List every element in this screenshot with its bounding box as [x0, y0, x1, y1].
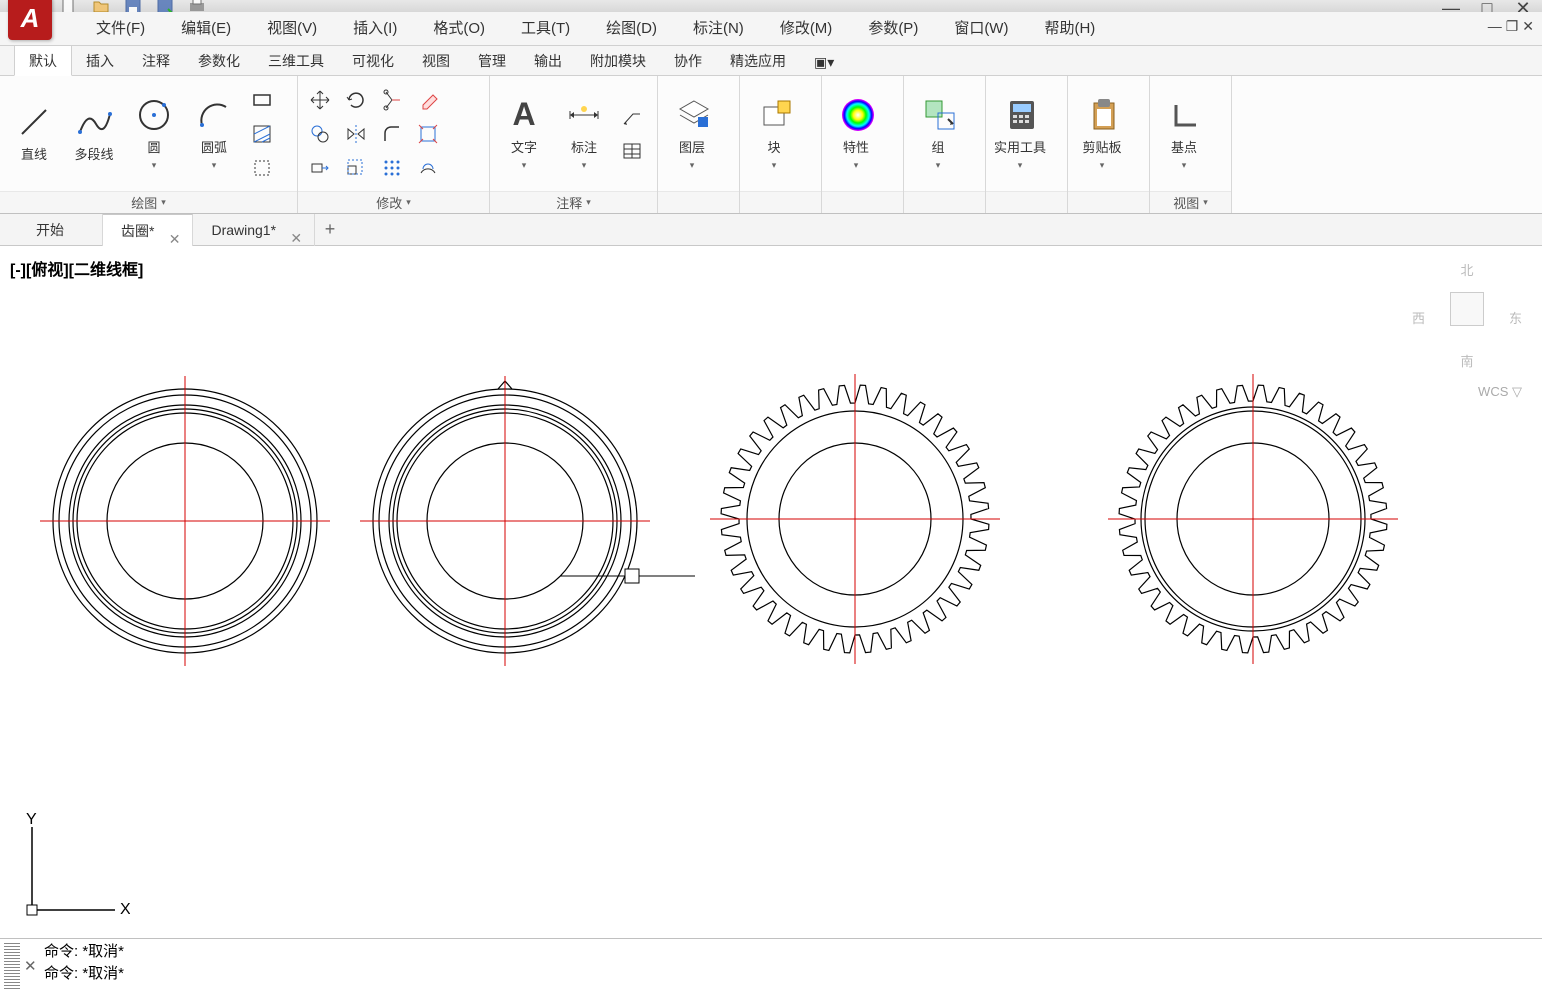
base-button[interactable]: 基点▾	[1156, 80, 1212, 187]
stretch-icon[interactable]	[306, 154, 334, 182]
line-label: 直线	[21, 144, 47, 163]
text-button[interactable]: A 文字▾	[496, 80, 552, 187]
gear-drawing-1	[40, 376, 330, 666]
rectangle-icon[interactable]	[248, 86, 276, 114]
rotate-icon[interactable]	[342, 86, 370, 114]
fillet-icon[interactable]	[378, 120, 406, 148]
document-tabs: 开始 齿圈*✕ Drawing1*✕ +	[0, 214, 1542, 246]
menu-edit[interactable]: 编辑(E)	[163, 12, 249, 46]
gear-drawing-4	[1108, 374, 1398, 664]
gear-drawing-3	[710, 374, 1000, 664]
menu-help[interactable]: 帮助(H)	[1026, 12, 1113, 46]
menu-file[interactable]: 文件(F)	[78, 12, 163, 46]
panel-title-draw[interactable]: 绘图▾	[0, 191, 297, 213]
doc-restore-button[interactable]: ❐	[1506, 18, 1519, 35]
panel-title-view[interactable]: 视图▾	[1150, 191, 1231, 213]
menubar: 文件(F) 编辑(E) 视图(V) 插入(I) 格式(O) 工具(T) 绘图(D…	[0, 12, 1542, 46]
arc-button[interactable]: 圆弧▾	[186, 80, 242, 187]
doc-tab-drawing1[interactable]: Drawing1*✕	[193, 214, 315, 246]
panel-title-modify[interactable]: 修改▾	[298, 191, 489, 213]
menu-params[interactable]: 参数(P)	[850, 12, 936, 46]
ribbon-tab-parametric[interactable]: 参数化	[184, 46, 254, 75]
ucs-icon: X Y	[20, 812, 130, 922]
gear-drawing-2	[360, 376, 700, 666]
command-history-line: 命令: *取消*	[44, 941, 1538, 963]
ribbon-tab-collab[interactable]: 协作	[660, 46, 716, 75]
boundary-icon[interactable]	[248, 154, 276, 182]
arc-label: 圆弧	[201, 137, 227, 156]
move-icon[interactable]	[306, 86, 334, 114]
ribbon: 直线 多段线 圆▾ 圆弧▾ 绘图▾	[0, 76, 1542, 214]
offset-icon[interactable]	[414, 154, 442, 182]
viewcube[interactable]: 北 南 西 东 WCS ▽	[1412, 260, 1522, 400]
copy-icon[interactable]	[306, 120, 334, 148]
mirror-icon[interactable]	[342, 120, 370, 148]
drawing-canvas[interactable]: [-][俯视][二维线框] 北 南 西 东 WCS ▽	[0, 246, 1542, 938]
utilities-button[interactable]: 实用工具▾	[992, 80, 1048, 187]
ribbon-tab-annotate[interactable]: 注释	[128, 46, 184, 75]
command-line[interactable]: ✕ 命令: *取消* 命令: *取消*	[0, 938, 1542, 993]
svg-text:Y: Y	[26, 812, 37, 828]
menu-format[interactable]: 格式(O)	[415, 12, 503, 46]
line-button[interactable]: 直线	[6, 80, 62, 187]
scale-icon[interactable]	[342, 154, 370, 182]
ribbon-tab-view[interactable]: 视图	[408, 46, 464, 75]
app-logo[interactable]: A	[8, 0, 52, 40]
polyline-button[interactable]: 多段线	[66, 80, 122, 187]
ribbon-tab-default[interactable]: 默认	[14, 45, 72, 76]
polyline-label: 多段线	[74, 144, 113, 163]
doc-close-button[interactable]: ✕	[1522, 18, 1534, 35]
layers-button[interactable]: 图层▾	[664, 80, 720, 187]
dimension-button[interactable]: 标注▾	[556, 80, 612, 187]
menu-modify[interactable]: 修改(M)	[762, 12, 851, 46]
doc-tab-gear[interactable]: 齿圈*✕	[103, 214, 193, 246]
dimension-label: 标注	[571, 137, 597, 156]
cmdline-close-button[interactable]: ✕	[24, 939, 40, 993]
grip-icon[interactable]	[4, 943, 20, 989]
ribbon-tab-featured[interactable]: 精选应用	[716, 46, 800, 75]
properties-button[interactable]: 特性▾	[828, 80, 884, 187]
clipboard-button[interactable]: 剪贴板▾	[1074, 80, 1130, 187]
menu-insert[interactable]: 插入(I)	[335, 12, 415, 46]
block-button[interactable]: 块▾	[746, 80, 802, 187]
menu-window[interactable]: 窗口(W)	[936, 12, 1026, 46]
array-icon[interactable]	[378, 154, 406, 182]
ribbon-tab-insert[interactable]: 插入	[72, 46, 128, 75]
ribbon-tab-manage[interactable]: 管理	[464, 46, 520, 75]
ribbon-tab-addins[interactable]: 附加模块	[576, 46, 660, 75]
menu-tools[interactable]: 工具(T)	[503, 12, 588, 46]
ribbon-tab-overflow[interactable]: ▣▾	[800, 49, 848, 75]
viewport-label[interactable]: [-][俯视][二维线框]	[10, 256, 143, 280]
menu-dimension[interactable]: 标注(N)	[675, 12, 762, 46]
table-icon[interactable]	[618, 137, 646, 165]
wcs-label[interactable]: WCS ▽	[1478, 384, 1522, 400]
erase-icon[interactable]	[414, 86, 442, 114]
viewcube-top[interactable]	[1450, 292, 1484, 326]
menu-draw[interactable]: 绘图(D)	[588, 12, 675, 46]
panel-title-annot[interactable]: 注释▾	[490, 191, 657, 213]
text-label: 文字	[511, 137, 537, 156]
circle-button[interactable]: 圆▾	[126, 80, 182, 187]
circle-label: 圆	[147, 137, 160, 156]
leader-icon[interactable]	[618, 103, 646, 131]
new-tab-button[interactable]: +	[315, 219, 345, 240]
menu-view[interactable]: 视图(V)	[249, 12, 335, 46]
ribbon-tabs: 默认 插入 注释 参数化 三维工具 可视化 视图 管理 输出 附加模块 协作 精…	[0, 46, 1542, 76]
ribbon-tab-output[interactable]: 输出	[520, 46, 576, 75]
svg-text:X: X	[120, 901, 130, 918]
explode-icon[interactable]	[414, 120, 442, 148]
trim-icon[interactable]	[378, 86, 406, 114]
command-history-line: 命令: *取消*	[44, 963, 1538, 985]
doc-minimize-button[interactable]: —	[1488, 18, 1502, 35]
group-button[interactable]: 组▾	[910, 80, 966, 187]
hatch-icon[interactable]	[248, 120, 276, 148]
ribbon-tab-3dtools[interactable]: 三维工具	[254, 46, 338, 75]
ribbon-tab-visualize[interactable]: 可视化	[338, 46, 408, 75]
doc-tab-start[interactable]: 开始	[18, 214, 103, 246]
